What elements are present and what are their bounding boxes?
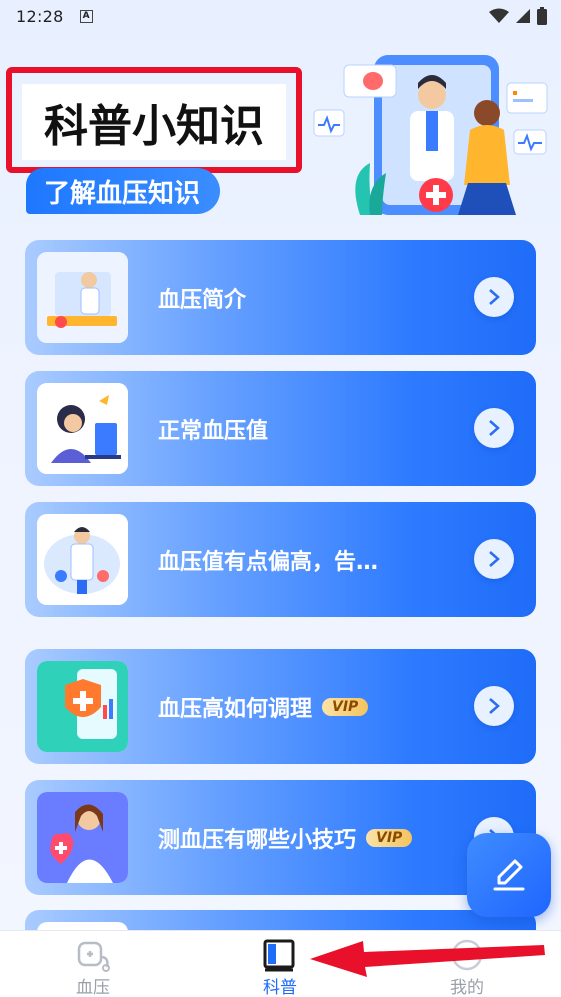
chevron-right-icon[interactable]	[474, 686, 514, 726]
stethoscope-icon	[77, 941, 110, 972]
annotation-arrow-icon	[310, 941, 545, 977]
nav-item-label: 血压	[76, 978, 110, 997]
chevron-right-icon[interactable]	[474, 539, 514, 579]
doctor-consultation-illustration-icon	[313, 55, 548, 215]
chevron-right-icon[interactable]	[474, 408, 514, 448]
article-card-normal-bp[interactable]: 正常血压值	[25, 371, 536, 486]
article-card-label: 正常血压值	[158, 418, 269, 444]
woman-at-computer-illustration-icon	[37, 383, 128, 474]
edit-fab-button[interactable]	[467, 833, 551, 917]
article-card-label: 测血压有哪些小技巧 VIP	[158, 780, 413, 895]
page-title: 科普小知识	[22, 84, 286, 160]
status-time: 12:28	[16, 6, 64, 26]
article-card-bp-intro[interactable]: 血压简介	[25, 240, 536, 355]
status-icons	[489, 7, 547, 25]
section-subtitle: 了解血压知识	[26, 168, 221, 214]
doctor-desk-illustration-icon	[37, 252, 128, 343]
article-card-bp-tips[interactable]: 测血压有哪些小技巧 VIP	[25, 780, 536, 895]
nav-item-blood-pressure[interactable]: 血压	[33, 931, 153, 997]
pencil-icon	[493, 859, 525, 891]
vip-badge: VIP	[366, 828, 413, 847]
nurse-heart-illustration-icon	[37, 792, 128, 883]
sim-badge-icon: A	[79, 9, 93, 23]
medical-shield-illustration-icon	[37, 661, 128, 752]
doctor-standing-illustration-icon	[37, 514, 128, 605]
article-card-label: 血压值有点偏高，告…	[158, 549, 379, 575]
status-bar: 12:28 A	[0, 0, 561, 32]
battery-icon	[537, 7, 547, 25]
book-icon	[263, 939, 295, 972]
vip-badge: VIP	[322, 697, 369, 716]
signal-icon	[516, 9, 530, 23]
wifi-icon	[489, 8, 509, 23]
article-card-label: 血压高如何调理 VIP	[158, 649, 369, 764]
article-card-title: 血压高如何调理	[158, 696, 313, 722]
article-card-bp-slightly-high[interactable]: 血压值有点偏高，告…	[25, 502, 536, 617]
article-card-bp-management[interactable]: 血压高如何调理 VIP	[25, 649, 536, 764]
chevron-right-icon[interactable]	[474, 277, 514, 317]
article-card-label: 血压简介	[158, 287, 247, 313]
article-card-title: 测血压有哪些小技巧	[158, 827, 357, 853]
